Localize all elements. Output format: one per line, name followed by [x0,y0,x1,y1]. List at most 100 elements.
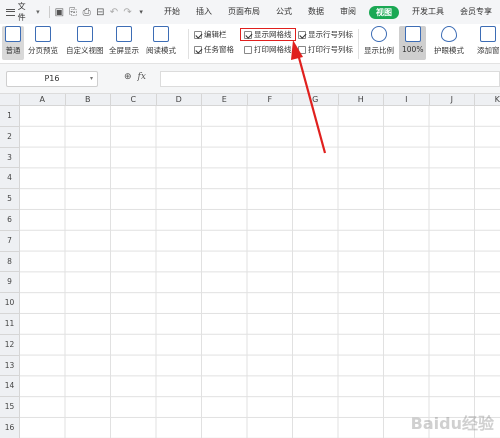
page-preview-label: 分页预览 [28,46,58,55]
column-header[interactable]: A [20,94,66,106]
edit-bar-label: 编辑栏 [204,30,227,39]
full-screen-icon [116,26,132,42]
chevron-down-icon: ▾ [36,8,40,16]
column-header[interactable]: H [338,94,384,106]
function-icon[interactable]: fx [138,72,146,82]
tab-page-layout[interactable]: 页面布局 [220,0,268,24]
custom-view-label: 自定义视图 [66,46,104,55]
custom-view-icon [76,26,93,42]
custom-view-button[interactable]: 自定义视图 [66,26,104,56]
zoom-100-button[interactable]: 100% [399,26,427,60]
ribbon-tabs: 开始 插入 页面布局 公式 数据 审阅 视图 开发工具 会员专享 [156,0,500,24]
normal-view-label: 普通 [5,46,21,55]
zoom-button[interactable]: 显示比例 [364,26,394,56]
column-header[interactable]: I [384,94,430,106]
row-header[interactable]: 8 [0,251,20,273]
zoom-label: 显示比例 [364,46,394,55]
cell-area[interactable] [20,106,500,438]
show-row-col-label: 显示行号列标 [308,30,353,39]
column-header[interactable]: K [475,94,500,106]
row-header[interactable]: 3 [0,147,20,169]
print-row-col-label: 打印行号列标 [308,45,353,54]
page-preview-icon [35,26,51,42]
add-window-button[interactable]: 添加窗 [477,26,500,56]
column-header[interactable]: D [156,94,202,106]
row-header[interactable]: 11 [0,314,20,335]
read-mode-icon [153,26,169,42]
row-header[interactable]: 2 [0,126,20,148]
tab-data[interactable]: 数据 [300,0,332,24]
tab-view[interactable]: 视图 [368,5,399,19]
formula-input[interactable] [160,71,500,87]
edit-bar-checkbox[interactable]: 编辑栏 [194,29,227,40]
read-mode-label: 阅读模式 [146,46,176,55]
column-header[interactable]: F [247,94,293,106]
divider [358,29,359,59]
tab-review[interactable]: 审阅 [332,0,364,24]
name-box[interactable]: P16 ▾ [6,71,98,87]
row-header[interactable]: 12 [0,334,20,356]
tab-home[interactable]: 开始 [156,0,188,24]
task-pane-label: 任务窗格 [204,45,234,54]
tab-insert[interactable]: 插入 [188,0,220,24]
read-mode-button[interactable]: 阅读模式 [146,26,176,56]
chevron-down-icon[interactable]: ▾ [134,5,148,19]
row-header[interactable]: 5 [0,189,20,210]
save-icon[interactable]: ▣ [53,5,67,19]
redo-icon[interactable]: ↷ [121,5,135,19]
column-header[interactable]: G [293,94,339,106]
file-menu-label: 文件 [17,2,26,22]
checkbox-empty-icon [244,45,252,54]
zoom-search-icon[interactable]: ⊕ [124,72,132,82]
full-screen-button[interactable]: 全屏显示 [109,26,139,56]
checkbox-checked-icon [194,45,202,54]
row-header[interactable]: 7 [0,230,20,252]
window-icon [480,26,497,42]
spreadsheet-grid: ABCDEFGHIJK 1 2 3 4 5 6 7 8 9 10 11 12 13 14 15 16 [0,94,500,438]
print-icon[interactable]: ⎙ [80,5,94,19]
row-header[interactable]: 14 [0,376,20,398]
row-header[interactable]: 13 [0,355,20,377]
eye-icon [441,26,457,42]
row-header[interactable]: 15 [0,397,20,418]
eye-protection-button[interactable]: 护眼模式 [434,26,464,56]
row-header[interactable]: 10 [0,293,20,314]
row-header[interactable]: 16 [0,418,20,438]
print-preview-icon[interactable]: ⊟ [93,5,107,19]
show-row-col-headers-checkbox[interactable]: 显示行号列标 [298,29,353,40]
tab-formulas[interactable]: 公式 [268,0,300,24]
undo-icon[interactable]: ↶ [107,5,121,19]
full-screen-label: 全屏显示 [109,46,139,55]
column-header[interactable]: B [65,94,111,106]
column-header[interactable]: J [429,94,475,106]
row-header[interactable]: 4 [0,168,20,190]
print-gridlines-label: 打印网格线 [254,45,292,54]
row-header[interactable]: 1 [0,106,20,127]
normal-view-button[interactable]: 普通 [2,26,24,60]
add-window-label: 添加窗 [477,46,500,55]
file-menu[interactable]: 文件 ▾ [0,0,46,24]
tab-member[interactable]: 会员专享 [452,0,500,24]
checkbox-checked-icon [298,30,306,39]
zoom-100-label: 100% [402,45,424,54]
select-all-corner[interactable] [0,94,20,106]
checkbox-checked-icon [194,30,202,39]
column-header[interactable]: E [202,94,248,106]
normal-view-icon [5,26,21,42]
menu-icon [6,8,15,16]
formula-bar: P16 ▾ ⊕ fx [0,64,500,94]
annotation-highlight-box [240,28,296,41]
tab-developer[interactable]: 开发工具 [404,0,452,24]
page-break-preview-button[interactable]: 分页预览 [28,26,58,56]
row-header[interactable]: 9 [0,272,20,294]
print-row-col-headers-checkbox[interactable]: 打印行号列标 [298,44,353,55]
print-gridlines-checkbox[interactable]: 打印网格线 [244,44,292,55]
chevron-down-icon: ▾ [89,75,93,82]
cell-reference: P16 [44,74,60,83]
eye-mode-label: 护眼模式 [434,46,464,55]
row-header[interactable]: 6 [0,210,20,231]
export-icon[interactable]: ⎘ [66,5,80,19]
task-pane-checkbox[interactable]: 任务窗格 [194,44,234,55]
checkbox-empty-icon [298,45,306,54]
column-header[interactable]: C [111,94,157,106]
